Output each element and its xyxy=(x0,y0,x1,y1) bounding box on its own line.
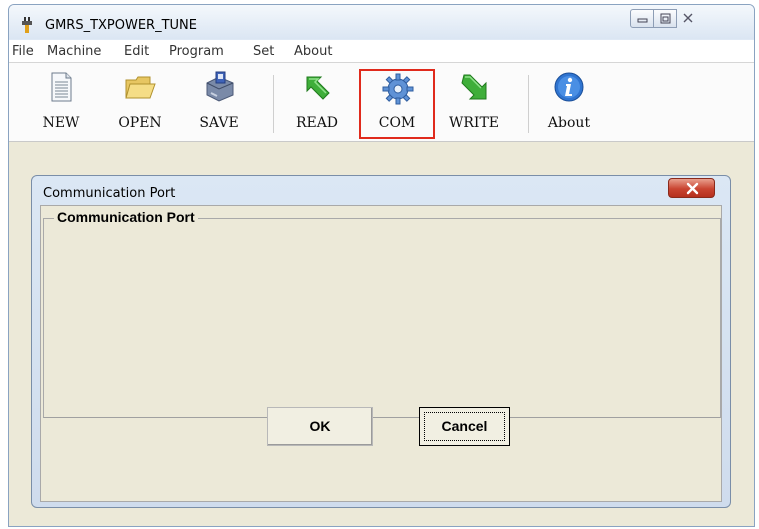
about-label: About xyxy=(547,115,591,131)
write-button[interactable]: WRITE xyxy=(442,69,506,139)
new-button[interactable]: NEW xyxy=(29,69,93,139)
window-title: GMRS_TXPOWER_TUNE xyxy=(45,18,197,33)
close-button[interactable] xyxy=(676,9,700,28)
menu-about[interactable]: About xyxy=(294,44,332,59)
about-button[interactable]: About xyxy=(535,69,603,139)
toolbar-separator xyxy=(528,75,529,133)
save-button[interactable]: SAVE xyxy=(187,69,251,139)
read-button[interactable]: READ xyxy=(285,69,349,139)
cancel-button[interactable]: Cancel xyxy=(419,407,510,446)
dialog-title: Communication Port xyxy=(43,186,176,201)
focus-rectangle xyxy=(424,412,505,441)
close-icon xyxy=(683,13,693,23)
com-button[interactable]: COM xyxy=(359,69,435,139)
dialog-body: Communication Port xyxy=(40,205,722,502)
read-label: READ xyxy=(295,115,339,131)
group-label: Communication Port xyxy=(54,209,198,225)
write-arrow-icon xyxy=(461,74,487,100)
gear-icon xyxy=(382,73,414,105)
save-label: SAVE xyxy=(199,115,239,131)
menu-edit[interactable]: Edit xyxy=(124,44,149,59)
maximize-icon xyxy=(660,13,671,24)
floppy-save-icon xyxy=(206,71,234,102)
com-label: COM xyxy=(378,115,416,131)
read-arrow-icon xyxy=(306,76,330,100)
communication-port-group: Communication Port xyxy=(43,209,721,418)
new-label: NEW xyxy=(42,115,80,131)
menu-program[interactable]: Program xyxy=(169,44,224,59)
menu-set[interactable]: Set xyxy=(253,44,274,59)
info-icon xyxy=(554,72,584,102)
write-label: WRITE xyxy=(448,115,500,131)
open-label: OPEN xyxy=(118,115,162,131)
minimize-icon xyxy=(637,18,648,23)
toolbar: NEW OPEN SAVE READ COM WRITE About xyxy=(9,63,754,142)
document-icon xyxy=(51,72,72,102)
minimize-button[interactable] xyxy=(630,9,654,28)
close-icon xyxy=(686,182,699,195)
maximize-button[interactable] xyxy=(653,9,677,28)
communication-port-dialog: Communication Port Communication Port xyxy=(31,175,731,508)
menu-bar: File Machine Edit Program Set About xyxy=(9,40,754,63)
title-bar[interactable]: GMRS_TXPOWER_TUNE xyxy=(9,5,754,39)
menu-file[interactable]: File xyxy=(12,44,34,59)
open-button[interactable]: OPEN xyxy=(108,69,172,139)
ok-button[interactable]: OK xyxy=(267,407,373,446)
folder-icon xyxy=(125,76,156,99)
toolbar-separator xyxy=(273,75,274,133)
app-icon xyxy=(22,17,32,33)
dialog-close-button[interactable] xyxy=(668,178,715,198)
menu-machine[interactable]: Machine xyxy=(47,44,101,59)
